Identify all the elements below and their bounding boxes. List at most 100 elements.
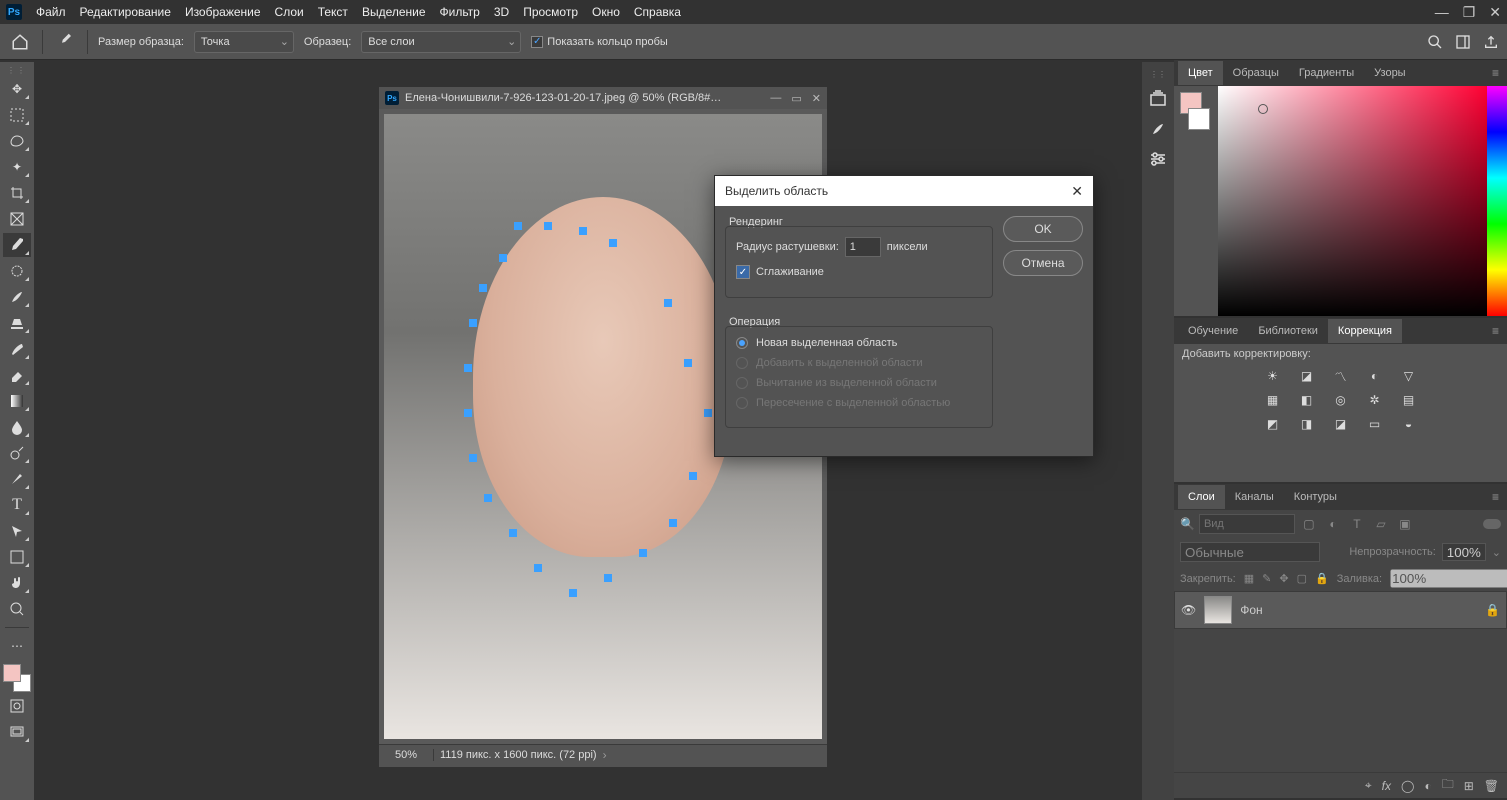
antialias-checkbox[interactable] bbox=[736, 265, 750, 279]
lock-artboard-icon[interactable]: ▢ bbox=[1297, 572, 1307, 585]
tab-layers[interactable]: Слои bbox=[1178, 485, 1225, 509]
show-sampling-ring-checkbox[interactable]: Показать кольцо пробы bbox=[531, 36, 668, 48]
delete-icon[interactable]: 🗑 bbox=[1484, 779, 1499, 793]
statusbar-chevron-icon[interactable]: › bbox=[603, 748, 607, 762]
dodge-tool[interactable] bbox=[3, 441, 31, 465]
tab-adjustments[interactable]: Коррекция bbox=[1328, 319, 1402, 343]
operation-new[interactable]: Новая выделенная область bbox=[736, 337, 982, 349]
color-field[interactable] bbox=[1218, 86, 1487, 316]
sample-dropdown[interactable]: Все слои bbox=[361, 31, 521, 53]
group-icon[interactable]: 🗀 bbox=[1442, 775, 1454, 796]
filter-smart-icon[interactable]: ▣ bbox=[1395, 514, 1415, 534]
brightness-icon[interactable]: ☀ bbox=[1263, 366, 1283, 386]
filter-shape-icon[interactable]: ▱ bbox=[1371, 514, 1391, 534]
tab-channels[interactable]: Каналы bbox=[1225, 485, 1284, 509]
tab-patterns[interactable]: Узоры bbox=[1364, 61, 1415, 85]
cancel-button[interactable]: Отмена bbox=[1003, 250, 1083, 276]
menu-select[interactable]: Выделение bbox=[362, 5, 426, 19]
posterize-icon[interactable]: ◨ bbox=[1297, 414, 1317, 434]
layer-filter-type[interactable] bbox=[1199, 514, 1295, 534]
lock-brush-icon[interactable]: ✎ bbox=[1262, 572, 1271, 585]
frame-tool[interactable] bbox=[3, 207, 31, 231]
menu-filter[interactable]: Фильтр bbox=[440, 5, 480, 19]
tab-color[interactable]: Цвет bbox=[1178, 61, 1223, 85]
magic-wand-tool[interactable]: ✦ bbox=[3, 155, 31, 179]
menu-view[interactable]: Просмотр bbox=[523, 5, 578, 19]
tab-learn[interactable]: Обучение bbox=[1178, 319, 1248, 343]
lock-pixels-icon[interactable]: ▦ bbox=[1244, 572, 1254, 585]
fx-icon[interactable]: fx bbox=[1382, 779, 1391, 793]
gradient-map-icon[interactable]: ▭ bbox=[1365, 414, 1385, 434]
lock-position-icon[interactable]: ✥ bbox=[1279, 572, 1288, 585]
pen-tool[interactable] bbox=[3, 467, 31, 491]
channel-mixer-icon[interactable]: ✲ bbox=[1365, 390, 1385, 410]
opacity-field[interactable] bbox=[1442, 543, 1486, 561]
exposure-icon[interactable]: ◐ bbox=[1365, 366, 1385, 386]
panel-menu-icon[interactable]: ≡ bbox=[1488, 490, 1503, 504]
blur-tool[interactable] bbox=[3, 415, 31, 439]
new-layer-icon[interactable]: ⊞ bbox=[1464, 779, 1474, 793]
feather-input[interactable] bbox=[845, 237, 881, 257]
screen-mode-icon[interactable] bbox=[3, 720, 31, 744]
tab-gradients[interactable]: Градиенты bbox=[1289, 61, 1364, 85]
adjustment-layer-icon[interactable]: ◐ bbox=[1424, 779, 1431, 793]
mask-icon[interactable]: ◯ bbox=[1401, 779, 1414, 793]
lasso-tool[interactable] bbox=[3, 129, 31, 153]
dialog-close-icon[interactable]: ✕ bbox=[1071, 183, 1083, 200]
blend-mode-dropdown[interactable] bbox=[1180, 542, 1320, 562]
shape-tool[interactable] bbox=[3, 545, 31, 569]
tab-paths[interactable]: Контуры bbox=[1284, 485, 1347, 509]
panel-menu-icon[interactable]: ≡ bbox=[1488, 324, 1503, 338]
share-icon[interactable] bbox=[1483, 34, 1499, 50]
window-minimize-icon[interactable]: — bbox=[1435, 4, 1449, 21]
crop-tool[interactable] bbox=[3, 181, 31, 205]
home-icon[interactable] bbox=[8, 30, 32, 54]
clone-stamp-tool[interactable] bbox=[3, 311, 31, 335]
doc-minimize-icon[interactable]: — bbox=[770, 92, 781, 105]
eyedropper-icon[interactable] bbox=[53, 30, 77, 54]
lock-icon[interactable]: 🔒 bbox=[1485, 603, 1500, 617]
color-swatches[interactable] bbox=[3, 664, 31, 692]
history-brush-tool[interactable] bbox=[3, 337, 31, 361]
window-close-icon[interactable]: ✕ bbox=[1489, 4, 1501, 21]
healing-tool[interactable] bbox=[3, 259, 31, 283]
history-panel-icon[interactable] bbox=[1146, 89, 1170, 109]
document-titlebar[interactable]: Ps Елена-Чонишвили-7-926-123-01-20-17.jp… bbox=[379, 87, 827, 109]
properties-panel-icon[interactable] bbox=[1146, 149, 1170, 169]
move-tool[interactable]: ✥ bbox=[3, 77, 31, 101]
menu-image[interactable]: Изображение bbox=[185, 5, 261, 19]
invert-icon[interactable]: ◩ bbox=[1263, 414, 1283, 434]
photo-filter-icon[interactable]: ◎ bbox=[1331, 390, 1351, 410]
tab-libraries[interactable]: Библиотеки bbox=[1248, 319, 1328, 343]
menu-edit[interactable]: Редактирование bbox=[80, 5, 171, 19]
panel-menu-icon[interactable]: ≡ bbox=[1488, 66, 1503, 80]
quick-mask-icon[interactable] bbox=[3, 694, 31, 718]
levels-icon[interactable]: ◪ bbox=[1297, 366, 1317, 386]
brush-panel-icon[interactable] bbox=[1146, 119, 1170, 139]
bw-icon[interactable]: ◧ bbox=[1297, 390, 1317, 410]
filter-type-icon[interactable]: T bbox=[1347, 514, 1367, 534]
menu-3d[interactable]: 3D bbox=[494, 5, 509, 19]
lock-all-icon[interactable]: 🔒 bbox=[1315, 572, 1329, 585]
hue-slider[interactable] bbox=[1487, 86, 1507, 316]
document-info[interactable]: 1119 пикс. x 1600 пикс. (72 ppi) bbox=[434, 749, 597, 761]
zoom-level[interactable]: 50% bbox=[379, 749, 434, 761]
menu-file[interactable]: Файл bbox=[36, 5, 66, 19]
filter-adjust-icon[interactable]: ◐ bbox=[1323, 514, 1343, 534]
filter-toggle[interactable] bbox=[1483, 519, 1501, 529]
lut-icon[interactable]: ▤ bbox=[1399, 390, 1419, 410]
search-icon[interactable] bbox=[1427, 34, 1443, 50]
gradient-tool[interactable] bbox=[3, 389, 31, 413]
eraser-tool[interactable] bbox=[3, 363, 31, 387]
filter-pixel-icon[interactable]: ▢ bbox=[1299, 514, 1319, 534]
path-selection-tool[interactable] bbox=[3, 519, 31, 543]
curves-icon[interactable]: 〽 bbox=[1331, 366, 1351, 386]
hue-icon[interactable]: ▦ bbox=[1263, 390, 1283, 410]
sample-size-dropdown[interactable]: Точка bbox=[194, 31, 294, 53]
threshold-icon[interactable]: ◪ bbox=[1331, 414, 1351, 434]
layer-item[interactable]: 👁 Фон 🔒 bbox=[1174, 591, 1507, 629]
workspace-icon[interactable] bbox=[1455, 34, 1471, 50]
eyedropper-tool[interactable] bbox=[3, 233, 31, 257]
selective-color-icon[interactable]: ◒ bbox=[1399, 414, 1419, 434]
marquee-tool[interactable] bbox=[3, 103, 31, 127]
